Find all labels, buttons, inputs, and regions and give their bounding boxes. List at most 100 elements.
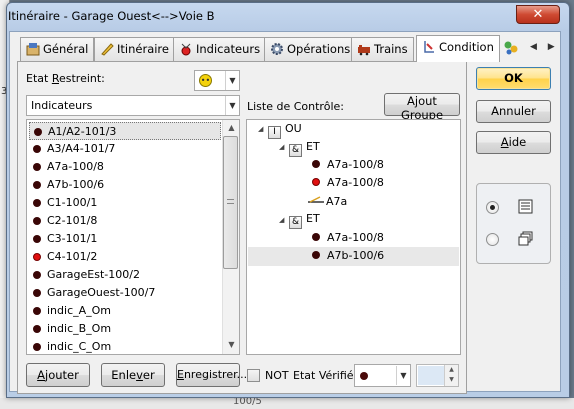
chevron-down-icon: ▼ bbox=[396, 366, 410, 385]
ok-button[interactable]: OK bbox=[476, 67, 551, 90]
smiley-state-icon: •• bbox=[199, 74, 212, 87]
tab-operations[interactable]: Opérations bbox=[264, 37, 357, 61]
tree-node-et[interactable]: & ET bbox=[289, 138, 320, 157]
list-item-label: indic_B_Om bbox=[47, 322, 112, 335]
aide-button[interactable]: Aide bbox=[476, 131, 551, 154]
expand-triangle-icon[interactable]: ◢ bbox=[279, 216, 284, 224]
tab-condition[interactable]: Condition bbox=[416, 35, 500, 62]
list-item[interactable]: indic_A_Om bbox=[29, 302, 221, 320]
tab-overflow-icon bbox=[503, 40, 519, 59]
list-item[interactable]: A7b-100/6 bbox=[29, 176, 221, 194]
tab-trains[interactable]: Trains bbox=[351, 37, 414, 61]
indicator-dot-icon bbox=[33, 325, 41, 333]
grip-icon bbox=[227, 199, 234, 204]
and-operator-icon: & bbox=[289, 144, 302, 157]
button-label: Ajouter bbox=[37, 368, 79, 382]
spinner-value-field[interactable] bbox=[418, 366, 444, 385]
background-app-bottom bbox=[0, 398, 574, 409]
button-label: OK bbox=[504, 71, 523, 85]
enlever-button[interactable]: Enlever bbox=[101, 363, 165, 387]
tree-node-ou[interactable]: I OU bbox=[268, 120, 302, 139]
tree-leaf-label: A7a-100/8 bbox=[327, 158, 384, 171]
list-item-label: C1-100/1 bbox=[47, 196, 98, 209]
list-item[interactable]: indic_B_Om bbox=[29, 320, 221, 338]
list-item[interactable]: C1-100/1 bbox=[29, 194, 221, 212]
list-item-label: indic_A_Om bbox=[47, 304, 112, 317]
tree-node-label: OU bbox=[285, 122, 302, 135]
indicator-icon bbox=[179, 42, 193, 56]
liste-controle-label: Liste de Contrôle: bbox=[247, 100, 344, 113]
not-checkbox[interactable] bbox=[247, 369, 260, 382]
tab-label: Itinéraire bbox=[117, 42, 169, 56]
cascade-view-icon bbox=[518, 231, 533, 246]
expand-triangle-icon[interactable]: ◢ bbox=[279, 143, 284, 151]
indicator-dot-icon bbox=[312, 178, 320, 186]
tree-leaf-label: A7b-100/6 bbox=[327, 249, 385, 262]
tree-leaf[interactable]: A7a-100/8 bbox=[312, 174, 384, 192]
list-item[interactable]: C4-101/2 bbox=[29, 248, 221, 266]
tree-node-label: ET bbox=[306, 140, 320, 153]
button-label: Annuler bbox=[491, 104, 536, 118]
annuler-button[interactable]: Annuler bbox=[476, 100, 551, 123]
list-item[interactable]: C3-101/1 bbox=[29, 230, 221, 248]
chevron-down-icon: ▼ bbox=[225, 96, 239, 115]
indicator-list[interactable]: A1/A2-101/3 A3/A4-101/7 A7a-100/8 A7b-10… bbox=[26, 119, 240, 355]
tab-label: Indicateurs bbox=[196, 42, 261, 56]
and-operator-icon: & bbox=[289, 216, 302, 229]
category-select[interactable]: Indicateurs ▼ bbox=[26, 95, 240, 116]
list-item[interactable]: A7a-100/8 bbox=[29, 158, 221, 176]
indicator-dot-icon bbox=[312, 233, 320, 241]
scrollbar-thumb[interactable] bbox=[223, 136, 238, 269]
tree-leaf[interactable]: A7a-100/8 bbox=[312, 229, 384, 247]
list-item[interactable]: C2-101/8 bbox=[29, 212, 221, 230]
indicator-dot-icon bbox=[33, 199, 41, 207]
indicator-dot-icon bbox=[312, 160, 320, 168]
tab-label: Général bbox=[43, 42, 89, 56]
tab-label: Opérations bbox=[287, 42, 351, 56]
list-item-label: A7b-100/6 bbox=[47, 178, 105, 191]
list-item[interactable]: indic_C_Om bbox=[29, 338, 221, 354]
list-item-label: C2-101/8 bbox=[47, 214, 98, 227]
tree-view-radio[interactable] bbox=[486, 233, 499, 246]
list-view-radio[interactable] bbox=[486, 201, 499, 214]
scroll-down-icon[interactable]: ▼ bbox=[223, 340, 240, 349]
ajouter-button[interactable]: Ajouter bbox=[26, 363, 90, 387]
list-item-label: GarageOuest-100/7 bbox=[47, 286, 156, 299]
list-item[interactable]: GarageOuest-100/7 bbox=[29, 284, 221, 302]
ajout-groupe-button[interactable]: Ajout Groupe bbox=[384, 93, 460, 122]
tree-leaf[interactable]: A7a bbox=[308, 192, 347, 210]
window-title: Itinéraire - Garage Ouest<-->Voie B bbox=[8, 9, 215, 23]
pencil-icon bbox=[100, 42, 114, 56]
list-item-label: indic_C_Om bbox=[47, 340, 112, 353]
list-item[interactable]: A1/A2-101/3 bbox=[29, 122, 221, 140]
tree-leaf-selected[interactable]: A7b-100/6 bbox=[312, 247, 384, 265]
tab-itineraire[interactable]: Itinéraire bbox=[94, 37, 175, 61]
tab-indicateurs[interactable]: Indicateurs bbox=[173, 37, 267, 61]
tree-leaf-label: A7a-100/8 bbox=[327, 231, 384, 244]
indicator-dot-icon bbox=[33, 217, 41, 225]
button-label: Ajout Groupe bbox=[400, 94, 444, 122]
tab-general[interactable]: Général bbox=[20, 37, 95, 61]
indicator-dot-icon bbox=[33, 181, 41, 189]
view-mode-group bbox=[476, 183, 551, 264]
tree-leaf[interactable]: A7a-100/8 bbox=[312, 156, 384, 174]
button-label: Enregistrer... bbox=[177, 368, 248, 381]
indicator-dot-icon bbox=[33, 307, 41, 315]
chevron-down-icon: ▼ bbox=[225, 71, 239, 90]
expand-triangle-icon[interactable]: ◢ bbox=[258, 125, 263, 133]
general-icon bbox=[26, 42, 40, 56]
button-label: Aide bbox=[500, 135, 527, 149]
spinner-arrows-icon[interactable]: ▲ ▼ bbox=[444, 365, 458, 386]
scroll-up-icon[interactable]: ▲ bbox=[223, 123, 240, 132]
enregistrer-button[interactable]: Enregistrer... bbox=[176, 363, 247, 387]
list-item-label: GarageEst-100/2 bbox=[47, 268, 140, 281]
list-item-label: A3/A4-101/7 bbox=[47, 142, 116, 155]
close-button[interactable]: ✕ bbox=[516, 5, 560, 24]
tab-scroll-arrows[interactable]: ◀ ▶ bbox=[530, 42, 559, 52]
tree-node-et[interactable]: & ET bbox=[289, 210, 320, 229]
switch-icon bbox=[308, 192, 325, 210]
gear-icon bbox=[270, 42, 284, 56]
list-item[interactable]: A3/A4-101/7 bbox=[29, 140, 221, 158]
tree-leaf-label: A7a-100/8 bbox=[327, 176, 384, 189]
list-item[interactable]: GarageEst-100/2 bbox=[29, 266, 221, 284]
